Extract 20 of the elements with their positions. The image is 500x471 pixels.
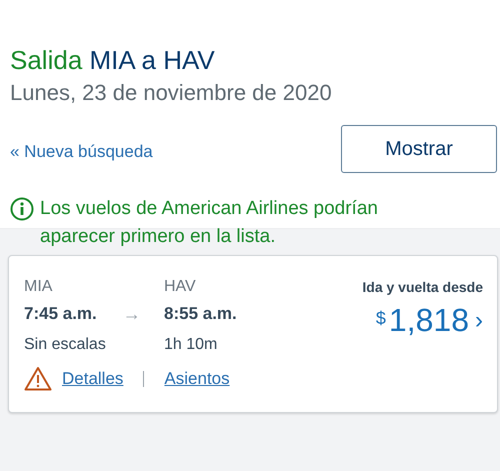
currency-symbol: $ bbox=[376, 308, 386, 329]
info-icon bbox=[10, 197, 34, 221]
flight-card[interactable]: MIA HAV 7:45 a.m. → 8:55 a.m. Sin escalas 1h 10m Detalles Asientos Ida y vuelta desde $1,818 › bbox=[8, 255, 498, 413]
origin-code: MIA bbox=[24, 277, 54, 297]
chevron-icon[interactable]: › bbox=[475, 306, 483, 334]
seats-link[interactable]: Asientos bbox=[164, 368, 230, 388]
arrival-time: 8:55 a.m. bbox=[164, 303, 237, 325]
stops-text: Sin escalas bbox=[24, 336, 106, 353]
new-search-link[interactable]: « Nueva búsqueda bbox=[10, 142, 153, 162]
notice-text: Los vuelos de American Airlines podrían aparecer primero en la lista. bbox=[40, 197, 379, 249]
flight-date: Lunes, 23 de noviembre de 2020 bbox=[10, 80, 332, 106]
duration-text: 1h 10m bbox=[164, 336, 218, 353]
details-link[interactable]: Detalles bbox=[62, 368, 124, 388]
show-button[interactable]: Mostrar bbox=[341, 125, 497, 173]
arrow-icon: → bbox=[122, 298, 141, 330]
destination-code: HAV bbox=[164, 277, 197, 297]
price-amount: 1,818 bbox=[388, 302, 469, 339]
departure-time: 7:45 a.m. bbox=[24, 303, 97, 325]
page-title: Salida MIA a HAV bbox=[10, 44, 215, 76]
price-label: Ida y vuelta desde bbox=[362, 278, 483, 297]
